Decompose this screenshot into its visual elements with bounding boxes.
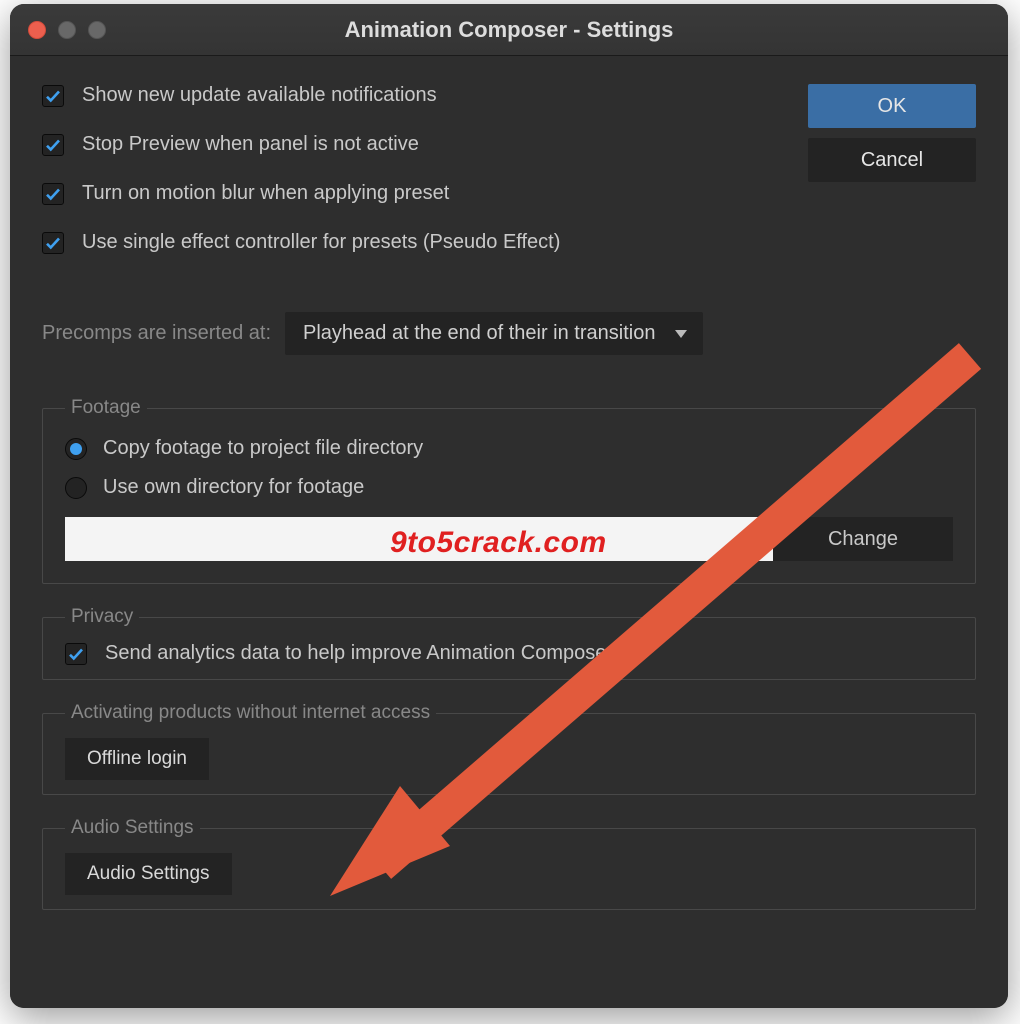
activation-legend: Activating products without internet acc… [65, 702, 436, 724]
audio-legend: Audio Settings [65, 817, 200, 839]
label-single-effect: Use single effect controller for presets… [82, 231, 560, 254]
window-title: Animation Composer - Settings [10, 17, 1008, 43]
privacy-group: Privacy Send analytics data to help impr… [42, 606, 976, 680]
checkbox-analytics[interactable] [65, 643, 87, 665]
check-icon [44, 136, 62, 154]
label-motion-blur: Turn on motion blur when applying preset [82, 182, 449, 205]
checkbox-stop-preview[interactable] [42, 134, 64, 156]
watermark-text: 9to5crack.com [390, 526, 607, 560]
change-button[interactable]: Change [773, 517, 953, 561]
audio-group: Audio Settings Audio Settings [42, 817, 976, 910]
checkbox-single-effect[interactable] [42, 232, 64, 254]
precomps-selected: Playhead at the end of their in transiti… [303, 322, 655, 345]
ok-button[interactable]: OK [808, 84, 976, 128]
precomps-label: Precomps are inserted at: [42, 322, 271, 345]
activation-group: Activating products without internet acc… [42, 702, 976, 795]
label-copy-footage: Copy footage to project file directory [103, 437, 423, 460]
checkbox-update-notifications[interactable] [42, 85, 64, 107]
label-stop-preview: Stop Preview when panel is not active [82, 133, 419, 156]
audio-settings-button[interactable]: Audio Settings [65, 853, 232, 895]
radio-own-directory[interactable] [65, 477, 87, 499]
content-area: Show new update available notifications … [10, 56, 1008, 1008]
label-own-directory: Use own directory for footage [103, 476, 364, 499]
footage-legend: Footage [65, 397, 147, 419]
check-icon [67, 645, 85, 663]
checkbox-motion-blur[interactable] [42, 183, 64, 205]
check-icon [44, 185, 62, 203]
privacy-legend: Privacy [65, 606, 139, 628]
label-update-notifications: Show new update available notifications [82, 84, 437, 107]
settings-window: Animation Composer - Settings Show new u… [10, 4, 1008, 1008]
offline-login-button[interactable]: Offline login [65, 738, 209, 780]
check-icon [44, 87, 62, 105]
cancel-button[interactable]: Cancel [808, 138, 976, 182]
titlebar: Animation Composer - Settings [10, 4, 1008, 56]
check-icon [44, 234, 62, 252]
precomps-dropdown[interactable]: Playhead at the end of their in transiti… [285, 312, 703, 355]
label-analytics: Send analytics data to help improve Anim… [105, 642, 613, 665]
radio-copy-footage[interactable] [65, 438, 87, 460]
